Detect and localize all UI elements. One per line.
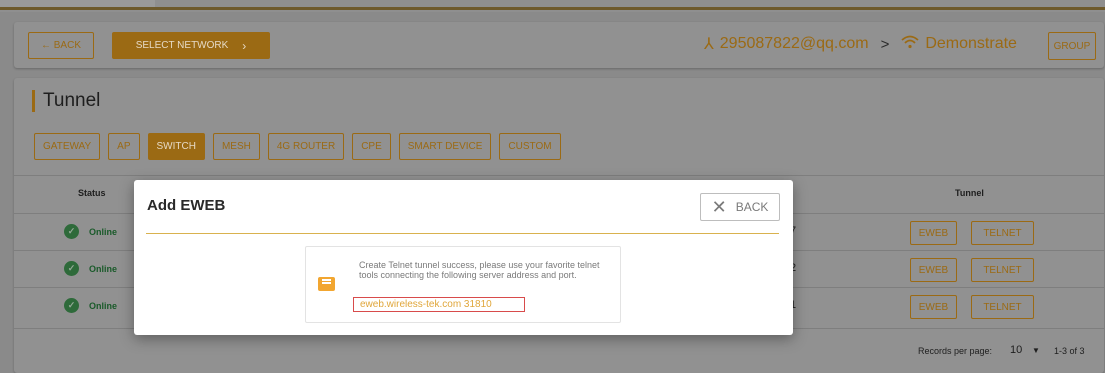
tab-switch[interactable]: SWITCH xyxy=(147,133,205,160)
eweb-label: EWEB xyxy=(918,301,949,313)
top-bar: ← BACK SELECT NETWORK › ⅄ 295087822@qq.c… xyxy=(14,22,1104,68)
account-email[interactable]: 295087822@qq.com xyxy=(720,35,869,53)
tab-gateway[interactable]: GATEWAY xyxy=(34,133,101,160)
tab-4g-router[interactable]: 4G ROUTER xyxy=(267,133,345,160)
group-button-label: GROUP xyxy=(1053,40,1091,52)
records-per-page-select[interactable]: 10 xyxy=(1010,344,1022,356)
account-breadcrumb: ⅄ 295087822@qq.com > Demonstrate xyxy=(704,34,1017,54)
records-per-page-label: Records per page: xyxy=(918,346,993,356)
status-cell: ✓ Online xyxy=(64,224,117,239)
server-address[interactable]: eweb.wireless-tek.com 31810 xyxy=(353,297,525,312)
back-button[interactable]: ← BACK xyxy=(28,32,94,59)
dialog-title: Add EWEB xyxy=(147,197,226,214)
header-tunnel: Tunnel xyxy=(955,188,984,198)
tab-cpe[interactable]: CPE xyxy=(352,133,391,160)
accent-stripe xyxy=(0,7,1105,10)
tab-label: CUSTOM xyxy=(508,141,552,152)
pagination-range: 1-3 of 3 xyxy=(1054,346,1085,356)
header-status: Status xyxy=(78,188,106,198)
tab-mesh[interactable]: MESH xyxy=(212,133,260,160)
eweb-label: EWEB xyxy=(918,227,949,239)
telnet-button[interactable]: TELNET xyxy=(971,295,1034,319)
telnet-label: TELNET xyxy=(983,301,1022,313)
check-circle-icon: ✓ xyxy=(64,298,79,313)
status-text: Online xyxy=(89,300,118,311)
network-name[interactable]: Demonstrate xyxy=(925,35,1017,53)
tab-label: GATEWAY xyxy=(43,141,92,152)
success-message-box: Create Telnet tunnel success, please use… xyxy=(305,246,621,323)
close-icon: ✕ xyxy=(711,196,727,217)
add-eweb-dialog: Add EWEB ✕ BACK Create Telnet tunnel suc… xyxy=(134,180,793,335)
eweb-button[interactable]: EWEB xyxy=(910,221,957,245)
tab-custom[interactable]: CUSTOM xyxy=(499,133,561,160)
telnet-button[interactable]: TELNET xyxy=(971,221,1034,245)
dialog-back-label: BACK xyxy=(735,200,769,214)
eweb-button[interactable]: EWEB xyxy=(910,295,957,319)
device-type-tabs: GATEWAY AP SWITCH MESH 4G ROUTER CPE SMA… xyxy=(34,133,561,160)
breadcrumb-separator: > xyxy=(880,35,890,53)
top-corner xyxy=(0,0,155,7)
dialog-back-button[interactable]: ✕ BACK xyxy=(700,193,780,221)
check-circle-icon: ✓ xyxy=(64,224,79,239)
back-button-label: ← BACK xyxy=(40,40,81,51)
status-text: Online xyxy=(89,263,118,274)
tab-label: MESH xyxy=(221,141,251,152)
top-accent-line xyxy=(0,0,1105,12)
user-tree-icon: ⅄ xyxy=(704,36,714,53)
success-message: Create Telnet tunnel success, please use… xyxy=(359,260,600,280)
telnet-label: TELNET xyxy=(983,227,1022,239)
tab-smart-device[interactable]: SMART DEVICE xyxy=(398,133,492,160)
status-text: Online xyxy=(89,226,118,237)
dialog-divider xyxy=(146,233,779,234)
status-cell: ✓ Online xyxy=(64,298,117,313)
dropdown-arrow-icon[interactable]: ▼ xyxy=(1032,346,1040,355)
message-icon xyxy=(318,277,335,291)
tab-label: AP xyxy=(117,141,131,152)
telnet-label: TELNET xyxy=(983,264,1022,276)
check-circle-icon: ✓ xyxy=(64,261,79,276)
select-network-button[interactable]: SELECT NETWORK › xyxy=(112,32,270,59)
tab-label: 4G ROUTER xyxy=(276,141,336,152)
chevron-right-icon: › xyxy=(242,38,247,53)
group-button[interactable]: GROUP xyxy=(1048,32,1096,60)
tab-label: CPE xyxy=(361,141,382,152)
page-title: Tunnel xyxy=(32,90,100,112)
eweb-button[interactable]: EWEB xyxy=(910,258,957,282)
tab-label: SMART DEVICE xyxy=(407,141,483,152)
tab-label: SWITCH xyxy=(156,141,196,152)
select-network-label: SELECT NETWORK xyxy=(135,40,229,51)
wifi-icon xyxy=(901,35,919,54)
tab-ap[interactable]: AP xyxy=(108,133,140,160)
eweb-label: EWEB xyxy=(918,264,949,276)
status-cell: ✓ Online xyxy=(64,261,117,276)
telnet-button[interactable]: TELNET xyxy=(971,258,1034,282)
